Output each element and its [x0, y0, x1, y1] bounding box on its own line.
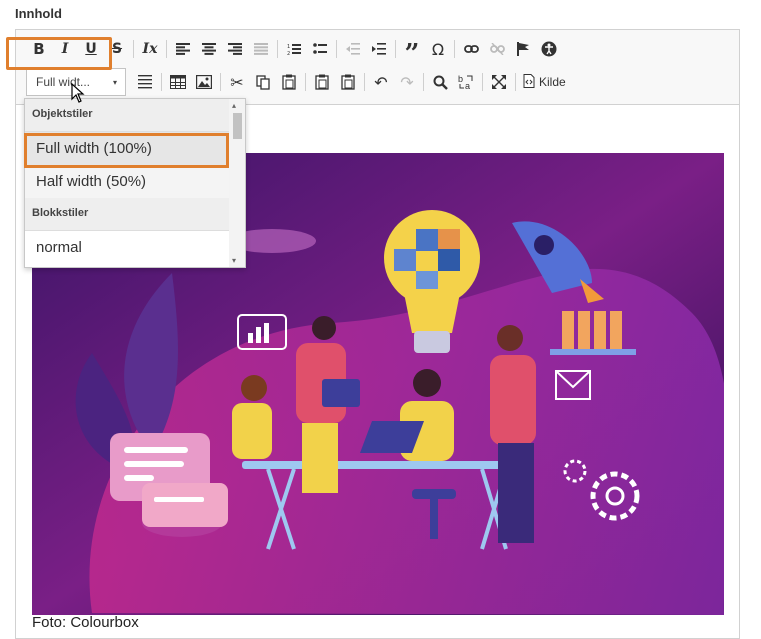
dropdown-group-object-styles: Objektstiler [25, 99, 229, 132]
source-button[interactable]: Kilde [519, 69, 570, 95]
redo-button[interactable]: ↷ [394, 69, 420, 95]
toolbar-separator [423, 73, 424, 91]
paste-icon [282, 74, 296, 90]
redo-icon: ↷ [400, 72, 414, 92]
indent-button[interactable] [366, 36, 392, 62]
outdent-icon [346, 43, 360, 55]
anchor-button[interactable] [510, 36, 536, 62]
quote-icon: ” [404, 39, 420, 69]
paste-text-button[interactable] [309, 69, 335, 95]
selected-item-highlight [24, 133, 229, 168]
styles-dropdown-list: Objektstiler Full width (100%) Half widt… [25, 99, 229, 264]
dropdown-item-normal[interactable]: normal [25, 231, 229, 264]
scrollbar-thumb[interactable] [233, 113, 242, 139]
toolbar-separator [482, 73, 483, 91]
outdent-button[interactable] [340, 36, 366, 62]
omega-icon: Ω [431, 39, 445, 59]
toolbar-separator [336, 40, 337, 58]
undo-icon: ↶ [374, 72, 388, 92]
toolbar-separator [395, 40, 396, 58]
table-icon [170, 75, 186, 89]
toolbar-separator [305, 73, 306, 91]
special-char-button[interactable]: Ω [425, 36, 451, 62]
toolbar-separator [454, 40, 455, 58]
horizontal-line-icon [138, 75, 152, 89]
indent-icon [372, 43, 386, 55]
table-button[interactable] [165, 69, 191, 95]
maximize-icon [492, 75, 506, 89]
paste-word-icon [341, 74, 355, 90]
accessibility-icon [541, 41, 557, 57]
editor-toolbar: B I U S Ix 1 2” Ω Full widt... ▾ ✂ ↶ ↷ b a Kilde [16, 30, 739, 105]
copy-button[interactable] [250, 69, 276, 95]
strikethrough-icon: S [111, 41, 123, 57]
justify-button[interactable] [248, 36, 274, 62]
flag-icon [517, 42, 529, 56]
horizontal-line-button[interactable] [132, 69, 158, 95]
replace-button[interactable]: ba [453, 69, 479, 95]
image-caption: Foto: Colourbox [32, 614, 139, 631]
content-field-label: Innhold [15, 6, 62, 21]
toolbar-separator [166, 40, 167, 58]
styles-combo-highlight [6, 37, 112, 70]
toolbar-separator [161, 73, 162, 91]
find-button[interactable] [427, 69, 453, 95]
unlink-icon [489, 43, 505, 55]
numbered-list-button[interactable]: 12 [281, 36, 307, 62]
copy-icon [256, 74, 270, 90]
accessibility-button[interactable] [536, 36, 562, 62]
align-right-button[interactable] [222, 36, 248, 62]
toolbar-separator [220, 73, 221, 91]
dropdown-group-block-styles: Blokkstiler [25, 198, 229, 231]
paste-text-icon [315, 74, 329, 90]
scroll-up-icon[interactable]: ▴ [232, 101, 236, 110]
svg-text:b: b [458, 74, 463, 84]
undo-button[interactable]: ↶ [368, 69, 394, 95]
chevron-down-icon: ▾ [112, 77, 117, 87]
remove-format-button[interactable]: Ix [137, 36, 163, 62]
dropdown-scrollbar[interactable]: ▴ ▾ [229, 99, 245, 267]
mouse-cursor-icon [71, 83, 85, 103]
bulleted-list-button[interactable] [307, 36, 333, 62]
justify-icon [254, 43, 268, 55]
image-button[interactable] [191, 69, 217, 95]
align-center-button[interactable] [196, 36, 222, 62]
toolbar-row-2: Full widt... ▾ ✂ ↶ ↷ b a Kilde [26, 68, 570, 96]
toolbar-separator [364, 73, 365, 91]
link-icon [463, 44, 479, 54]
toolbar-separator [515, 73, 516, 91]
remove-format-icon: Ix [142, 41, 158, 57]
align-center-icon [202, 43, 216, 55]
dropdown-item-half-width[interactable]: Half width (50%) [25, 165, 229, 198]
svg-text:1: 1 [287, 44, 290, 50]
scroll-down-icon[interactable]: ▾ [232, 256, 236, 265]
toolbar-separator [133, 40, 134, 58]
align-left-icon [176, 43, 190, 55]
link-button[interactable] [458, 36, 484, 62]
svg-text:2: 2 [287, 51, 290, 56]
replace-icon: ba [458, 74, 474, 90]
svg-text:a: a [465, 81, 470, 90]
toolbar-separator [277, 40, 278, 58]
styles-dropdown[interactable]: Objektstiler Full width (100%) Half widt… [24, 98, 246, 268]
search-icon [433, 75, 448, 90]
image-icon [196, 75, 212, 89]
maximize-button[interactable] [486, 69, 512, 95]
cut-button[interactable]: ✂ [224, 69, 250, 95]
blockquote-button[interactable]: ” [399, 36, 425, 67]
paste-word-button[interactable] [335, 69, 361, 95]
source-code-icon [523, 73, 535, 91]
source-button-label: Kilde [539, 75, 566, 89]
bulleted-list-icon [313, 43, 327, 55]
unlink-button[interactable] [484, 36, 510, 62]
paste-button[interactable] [276, 69, 302, 95]
align-left-button[interactable] [170, 36, 196, 62]
scissors-icon: ✂ [230, 72, 244, 92]
align-right-icon [228, 43, 242, 55]
numbered-list-icon: 12 [287, 43, 301, 56]
